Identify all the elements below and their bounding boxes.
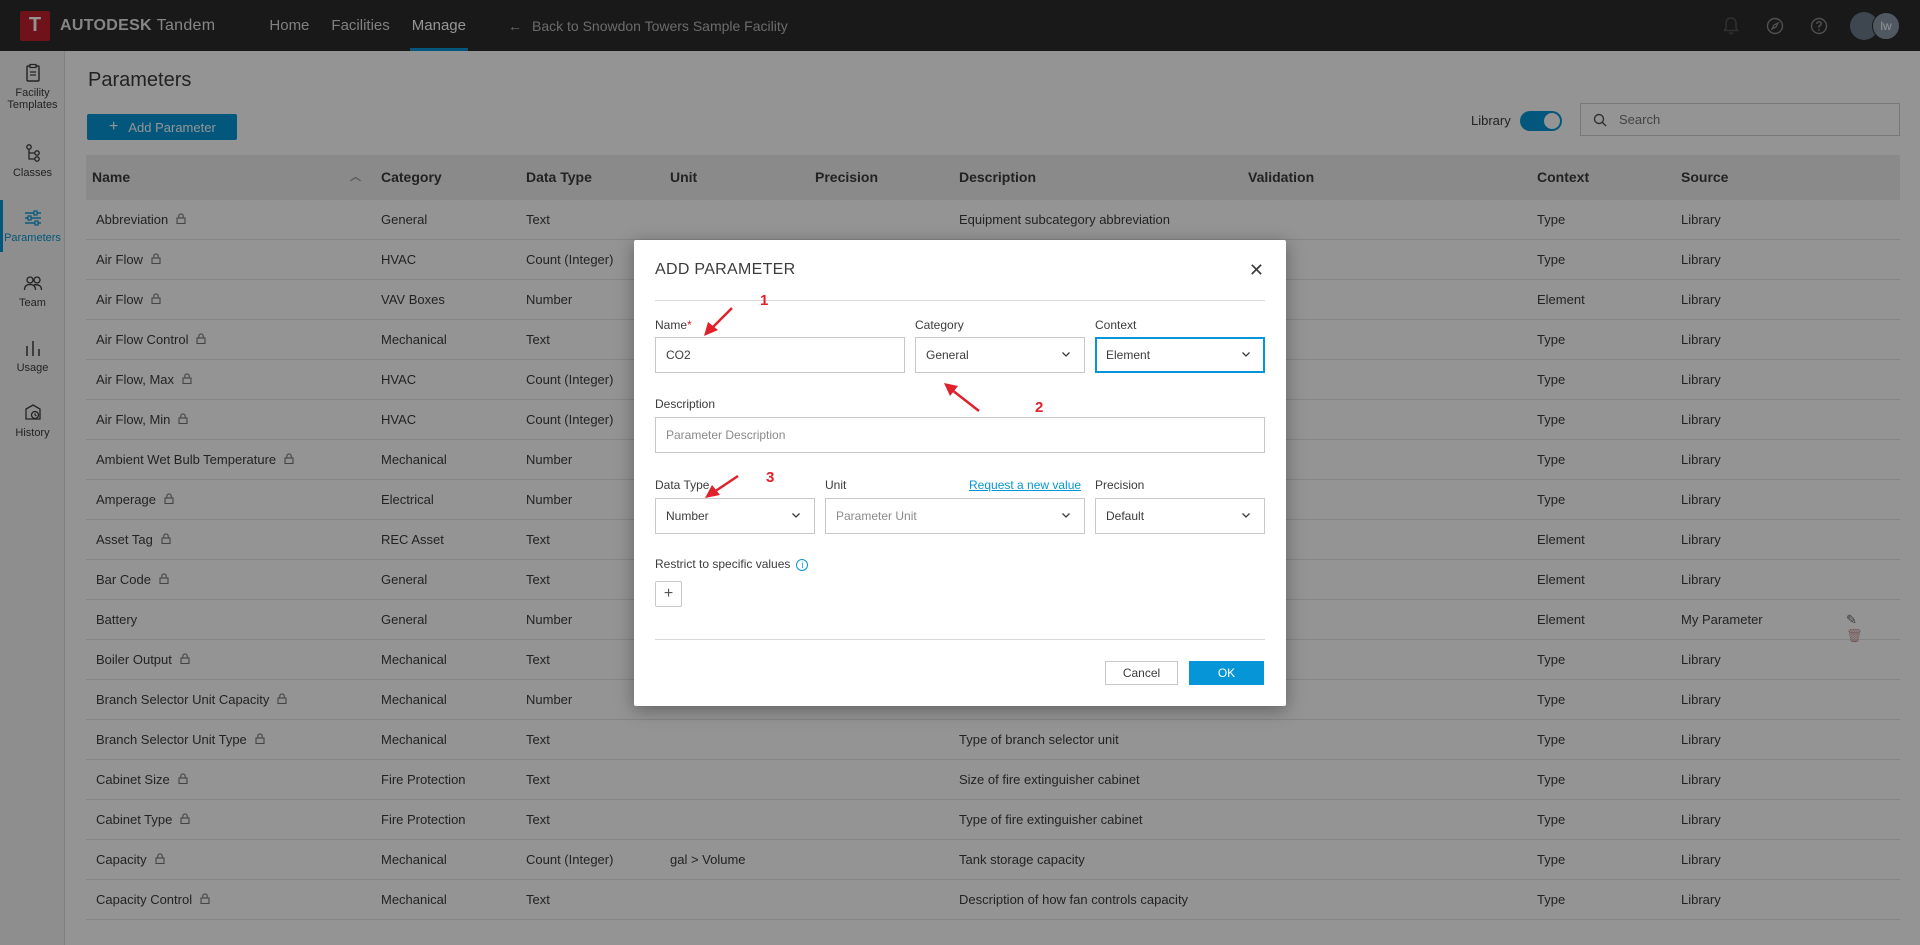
data-type-label: Data Type — [655, 478, 710, 492]
annotation-arrows — [704, 307, 980, 498]
unit-placeholder: Parameter Unit — [836, 509, 917, 523]
plus-icon: + — [663, 585, 674, 602]
context-label: Context — [1095, 318, 1137, 332]
chevron-down-icon — [792, 513, 800, 518]
precision-label: Precision — [1095, 478, 1145, 492]
unit-label: Unit — [825, 478, 847, 492]
description-label: Description — [655, 397, 716, 411]
chevron-down-icon — [1242, 513, 1250, 518]
chevron-down-icon — [1242, 352, 1250, 357]
data-type-select[interactable]: Number — [655, 498, 815, 534]
description-field[interactable]: Parameter Description — [655, 417, 1265, 453]
info-icon[interactable]: i — [796, 558, 809, 571]
close-icon[interactable]: ✕ — [1249, 260, 1264, 281]
description-placeholder: Parameter Description — [666, 428, 786, 442]
category-value: General — [926, 348, 969, 362]
dialog-title: ADD PARAMETER — [655, 261, 796, 278]
name-value: CO2 — [666, 348, 691, 362]
annotation-label: 3 — [766, 469, 775, 486]
add-value-button[interactable]: + — [655, 581, 682, 607]
restrict-values-label: Restrict to specific values i — [655, 557, 809, 571]
precision-value: Default — [1106, 509, 1145, 523]
unit-select[interactable]: Parameter Unit — [825, 498, 1085, 534]
context-value: Element — [1106, 348, 1151, 362]
divider — [655, 300, 1265, 301]
ok-button[interactable]: OK — [1189, 661, 1264, 685]
chevron-down-icon — [1062, 513, 1070, 518]
annotation-label: 1 — [760, 292, 769, 309]
chevron-down-icon — [1062, 352, 1070, 357]
precision-select[interactable]: Default — [1095, 498, 1265, 534]
request-new-value-link[interactable]: Request a new value — [969, 478, 1081, 492]
divider — [655, 639, 1265, 640]
name-field[interactable]: CO2 — [655, 337, 905, 373]
required-mark: * — [687, 318, 692, 332]
name-label: Name* — [655, 318, 692, 332]
data-type-value: Number — [666, 509, 709, 523]
category-select[interactable]: General — [915, 337, 1085, 373]
annotation-label: 2 — [1035, 399, 1044, 416]
category-label: Category — [915, 318, 964, 332]
cancel-button[interactable]: Cancel — [1105, 661, 1178, 685]
context-select[interactable]: Element — [1095, 337, 1265, 373]
add-parameter-dialog: ADD PARAMETER ✕ Name* CO2 Category Gener… — [634, 240, 1286, 706]
